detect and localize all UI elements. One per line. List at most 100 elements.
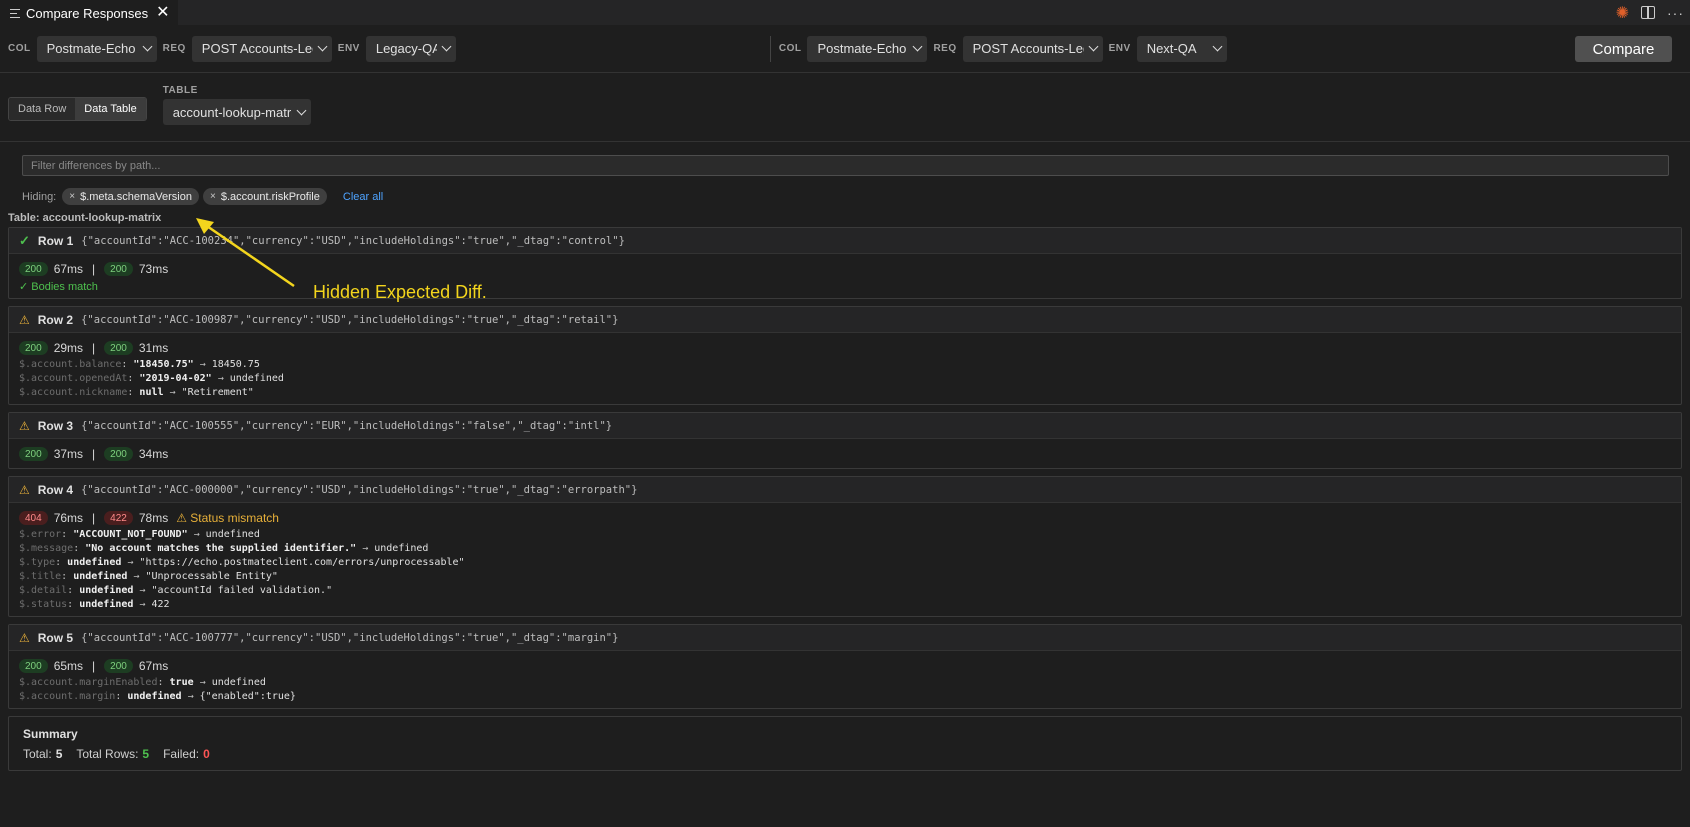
row-header[interactable]: ⚠ Row 4 {"accountId":"ACC-000000","currenc… xyxy=(9,477,1681,503)
row-params: {"accountId":"ACC-100777","currency":"US… xyxy=(81,631,619,644)
summary-title: Summary xyxy=(23,727,78,741)
diff-old: undefined xyxy=(79,598,134,610)
right-env-label: ENV xyxy=(1108,43,1131,54)
left-collection-select[interactable]: Postmate-Echo xyxy=(36,35,157,62)
data-table-button[interactable]: Data Table xyxy=(75,98,146,120)
diff-new: 18450.75 xyxy=(211,358,260,370)
row-card: ⚠ Row 4 {"accountId":"ACC-000000","currenc… xyxy=(8,476,1682,617)
menu-icon xyxy=(10,8,20,18)
diff-new: undefined xyxy=(374,542,429,554)
diff-path: $.account.margin xyxy=(19,690,116,702)
sparkle-icon[interactable]: ✺ xyxy=(1616,3,1629,23)
compare-button[interactable]: Compare xyxy=(1575,36,1672,62)
row-body: 200 65ms | 200 67ms $.account.marginEnabled: … xyxy=(9,651,1681,708)
left-request-select[interactable]: POST Accounts-Legacy- xyxy=(191,35,332,62)
row-header[interactable]: ⚠ Row 5 {"accountId":"ACC-100777","currenc… xyxy=(9,625,1681,651)
row-label: Row 2 xyxy=(37,312,74,327)
chevron-down-icon xyxy=(142,41,153,52)
colon: : xyxy=(61,528,74,540)
close-icon[interactable]: ✕ xyxy=(156,5,169,21)
response-time: 67ms xyxy=(138,659,169,673)
status-badge: 200 xyxy=(19,341,48,355)
total-label: Total: xyxy=(23,747,52,761)
left-environment-select[interactable]: Legacy-QA xyxy=(365,35,456,62)
total-value: 5 xyxy=(55,747,63,761)
rows-list: ✓ Row 1 {"accountId":"ACC-100234","currenc… xyxy=(0,227,1690,709)
diff-new: "https://echo.postmateclient.com/errors/… xyxy=(139,556,465,568)
data-row-button[interactable]: Data Row xyxy=(9,98,76,120)
diff-new: 422 xyxy=(151,598,170,610)
diff-new: "Unprocessable Entity" xyxy=(145,570,278,582)
status-badge: 200 xyxy=(104,262,133,276)
diff-line: $.account.openedAt: "2019-04-02" → undef… xyxy=(19,371,1671,385)
right-collection-select[interactable]: Postmate-Echo xyxy=(807,35,928,62)
chevron-down-icon xyxy=(1088,41,1099,52)
diff-line: $.account.margin: undefined → {"enabled"… xyxy=(19,689,1671,703)
status-line: 200 65ms | 200 67ms xyxy=(19,657,1671,675)
row-header[interactable]: ⚠ Row 2 {"accountId":"ACC-100987","currenc… xyxy=(9,307,1681,333)
diff-new: "Retirement" xyxy=(181,386,254,398)
row-header[interactable]: ⚠ Row 3 {"accountId":"ACC-100555","currenc… xyxy=(9,413,1681,439)
hidden-path-chip[interactable]: × $.account.riskProfile xyxy=(202,188,327,205)
remove-icon[interactable]: × xyxy=(210,191,216,202)
status-badge: 200 xyxy=(104,447,133,461)
more-icon[interactable]: ··· xyxy=(1667,5,1684,21)
right-request-select[interactable]: POST Accounts-Legacy- xyxy=(962,35,1103,62)
left-req-label: REQ xyxy=(162,43,186,54)
colon: : xyxy=(73,542,86,554)
clear-all-link[interactable]: Clear all xyxy=(343,191,383,203)
status-badge: 422 xyxy=(104,511,133,525)
row-label: Row 4 xyxy=(37,482,74,497)
table-picker: TABLE account-lookup-matrix xyxy=(162,85,317,125)
total-rows-label: Total Rows: xyxy=(76,747,139,761)
diff-old: undefined xyxy=(73,570,128,582)
failed-value: 0 xyxy=(203,747,210,761)
chevron-down-icon xyxy=(296,105,307,115)
colon: : xyxy=(127,372,140,384)
separator: | xyxy=(92,511,96,525)
status-badge: 200 xyxy=(19,447,48,461)
mode-toggle: Data Row Data Table xyxy=(8,97,147,121)
failed-label: Failed: xyxy=(163,747,200,761)
row-params: {"accountId":"ACC-100234","currency":"US… xyxy=(81,234,625,247)
response-time: 73ms xyxy=(138,262,169,276)
row-body: 404 76ms | 422 78ms ⚠ Status mismatch $.error:… xyxy=(9,503,1681,616)
separator: | xyxy=(92,262,96,276)
diff-line: $.status: undefined → 422 xyxy=(19,597,1671,611)
colon: : xyxy=(67,584,80,596)
colon: : xyxy=(55,556,68,568)
arrow-icon: → xyxy=(193,358,212,370)
editor-tab[interactable]: Compare Responses ✕ xyxy=(0,0,178,25)
response-time: 34ms xyxy=(138,447,169,461)
diff-old: undefined xyxy=(127,690,182,702)
response-time: 78ms xyxy=(138,511,169,525)
arrow-icon: → xyxy=(133,598,152,610)
diff-new: undefined xyxy=(211,676,266,688)
table-label: TABLE xyxy=(162,85,198,96)
diff-new: undefined xyxy=(205,528,260,540)
status-badge: 200 xyxy=(19,262,48,276)
response-time: 29ms xyxy=(53,341,84,355)
summary-line: Total: 5 Total Rows: 5 Failed: 0 xyxy=(23,747,1667,761)
hiding-label: Hiding: xyxy=(22,190,57,203)
arrow-icon: → xyxy=(193,676,212,688)
chevron-down-icon xyxy=(441,41,452,52)
table-select[interactable]: account-lookup-matrix xyxy=(162,99,311,125)
mode-bar: Data Row Data Table TABLE account-lookup… xyxy=(0,73,1690,142)
right-environment-select[interactable]: Next-QA xyxy=(1136,35,1227,62)
row-label: Row 5 xyxy=(37,630,74,645)
response-time: 65ms xyxy=(53,659,84,673)
response-time: 76ms xyxy=(53,511,84,525)
hidden-path-chip[interactable]: × $.meta.schemaVersion xyxy=(62,188,199,205)
summary-panel: Summary Total: 5 Total Rows: 5 Failed: 0 xyxy=(8,716,1682,771)
diff-line: $.message: "No account matches the suppl… xyxy=(19,541,1671,555)
filter-input[interactable]: Filter differences by path... xyxy=(22,155,1669,176)
separator: | xyxy=(92,341,96,355)
split-editor-icon[interactable] xyxy=(1641,6,1655,19)
diff-new: undefined xyxy=(229,372,284,384)
check-icon: ✓ xyxy=(19,232,30,248)
colon: : xyxy=(127,386,140,398)
row-params: {"accountId":"ACC-100987","currency":"US… xyxy=(81,313,619,326)
remove-icon[interactable]: × xyxy=(69,191,75,202)
diff-old: "18450.75" xyxy=(133,358,194,370)
